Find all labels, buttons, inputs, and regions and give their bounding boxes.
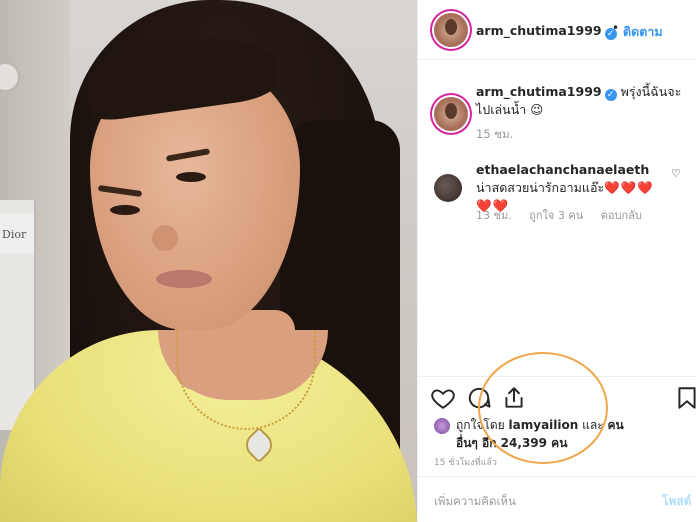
likes-prefix: ถูกใจโดย [456,418,505,432]
comment-icon[interactable] [466,385,492,411]
share-icon[interactable] [501,385,527,411]
post-photo[interactable]: Dior [0,0,417,522]
author-username-text[interactable]: arm_chutima1999 [476,23,602,38]
heart-icon[interactable] [430,385,456,411]
add-comment-bar: เพิ่มความคิดเห็น โพสต์ [418,476,696,522]
caption-time: 15 ชม. [476,127,514,141]
photo-dior-sign: Dior [0,214,34,254]
caption-avatar[interactable] [434,97,468,131]
caption-username[interactable]: arm_chutima1999 [476,84,602,99]
photo-eye-left [110,205,140,215]
follow-button[interactable]: ติดตาม [623,22,663,42]
photo-nose [152,225,178,251]
post-comment-button[interactable]: โพสต์ [662,492,691,511]
photo-eye-right [176,172,206,182]
post-panel: arm_chutima1999 ✓ • ติดตาม arm_chutima199… [417,0,696,522]
comment-time: 13 ชม. [476,209,512,222]
comment-meta: 13 ชม. ถูกใจ 3 คน ตอบกลับ [476,206,656,224]
commenter-avatar[interactable] [434,174,462,202]
commenter-username[interactable]: ethaelachanchanaelaeth [476,162,649,177]
liker-avatar[interactable] [434,418,450,434]
separator-dot: • [612,21,620,35]
comment-like-icon[interactable]: ♡ [671,167,681,180]
liker-username[interactable]: lamyailion [509,418,579,432]
author-username[interactable]: arm_chutima1999 ✓ [476,23,617,40]
post-header: arm_chutima1999 ✓ • ติดตาม [418,0,696,60]
author-avatar[interactable] [434,13,468,47]
likes-and: และ [582,418,604,432]
caption-text: arm_chutima1999 ✓ พรุ่งนี้ฉันจะไปเล่นน้ำ … [476,83,686,119]
comment-likes[interactable]: ถูกใจ 3 คน [529,209,583,222]
reply-button[interactable]: ตอบกลับ [601,209,642,222]
comment-body: น่าสดสวยน่ารักอามแอ๊ะ [476,180,605,195]
comment-input[interactable]: เพิ่มความคิดเห็น [434,493,516,511]
likes-summary: ถูกใจโดย lamyailion และ คนอื่นๆ อีก 24,3… [456,416,636,452]
post-timestamp[interactable]: 15 ชั่วโมงที่แล้ว [434,455,497,469]
bookmark-icon[interactable] [674,385,696,411]
caption-verified-icon: ✓ [604,89,617,101]
action-bar [418,376,696,416]
photo-lips [156,270,212,288]
